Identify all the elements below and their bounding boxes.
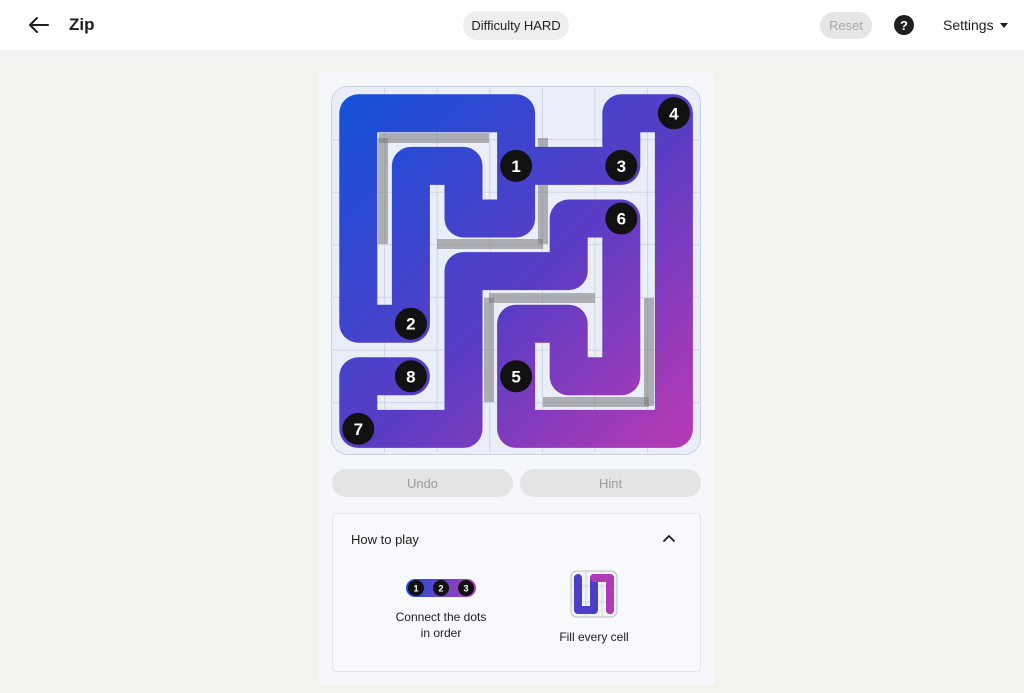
fill-cells-illustration <box>570 570 618 618</box>
how-to-play-title: How to play <box>351 532 419 547</box>
undo-button[interactable]: Undo <box>332 469 513 497</box>
tip-dot-1: 1 <box>413 584 418 594</box>
numbered-dot[interactable]: 2 <box>394 307 427 340</box>
difficulty-badge: Difficulty HARD <box>463 11 569 40</box>
tip-dot-3: 3 <box>463 584 468 594</box>
settings-dropdown[interactable]: Settings <box>943 17 1008 33</box>
dot-label: 1 <box>511 157 520 176</box>
tip-connect-dots-text: Connect the dots in order <box>395 610 487 640</box>
dot-label: 7 <box>354 420 363 439</box>
help-icon[interactable]: ? <box>894 15 914 35</box>
numbered-dot[interactable]: 1 <box>500 149 533 182</box>
caret-down-icon <box>999 22 1008 28</box>
dot-label: 3 <box>617 157 626 176</box>
dot-label: 2 <box>406 315 415 334</box>
app-title: Zip <box>69 15 95 34</box>
numbered-dot[interactable]: 6 <box>605 202 638 235</box>
dot-label: 4 <box>669 104 679 123</box>
tip-dot-2: 2 <box>438 584 443 594</box>
chevron-up-icon[interactable] <box>661 531 677 547</box>
top-bar: Zip Difficulty HARD Reset ? Settings <box>0 0 1024 50</box>
settings-label: Settings <box>943 17 994 33</box>
tip-fill-cells: Fill every cell <box>549 570 639 645</box>
back-arrow-icon[interactable] <box>26 12 54 38</box>
dot-label: 6 <box>617 210 626 229</box>
reset-button[interactable]: Reset <box>820 12 872 39</box>
connect-dots-illustration: 1 2 3 <box>406 579 476 597</box>
tip-connect-dots: 1 2 3 Connect the dots in order <box>393 576 489 641</box>
game-board[interactable]: 1 2 3 4 5 6 7 8 <box>331 86 701 455</box>
tip-fill-cells-text: Fill every cell <box>559 630 629 644</box>
dot-label: 5 <box>511 367 520 386</box>
numbered-dot[interactable]: 8 <box>394 360 427 393</box>
numbered-dot[interactable]: 7 <box>342 412 375 445</box>
numbered-dot[interactable]: 4 <box>657 97 690 130</box>
numbered-dot[interactable]: 3 <box>605 149 638 182</box>
how-to-play-panel: How to play 1 2 3 Connect the dots in or… <box>332 513 701 672</box>
hint-button[interactable]: Hint <box>520 469 701 497</box>
dot-label: 8 <box>406 367 415 386</box>
numbered-dot[interactable]: 5 <box>500 360 533 393</box>
